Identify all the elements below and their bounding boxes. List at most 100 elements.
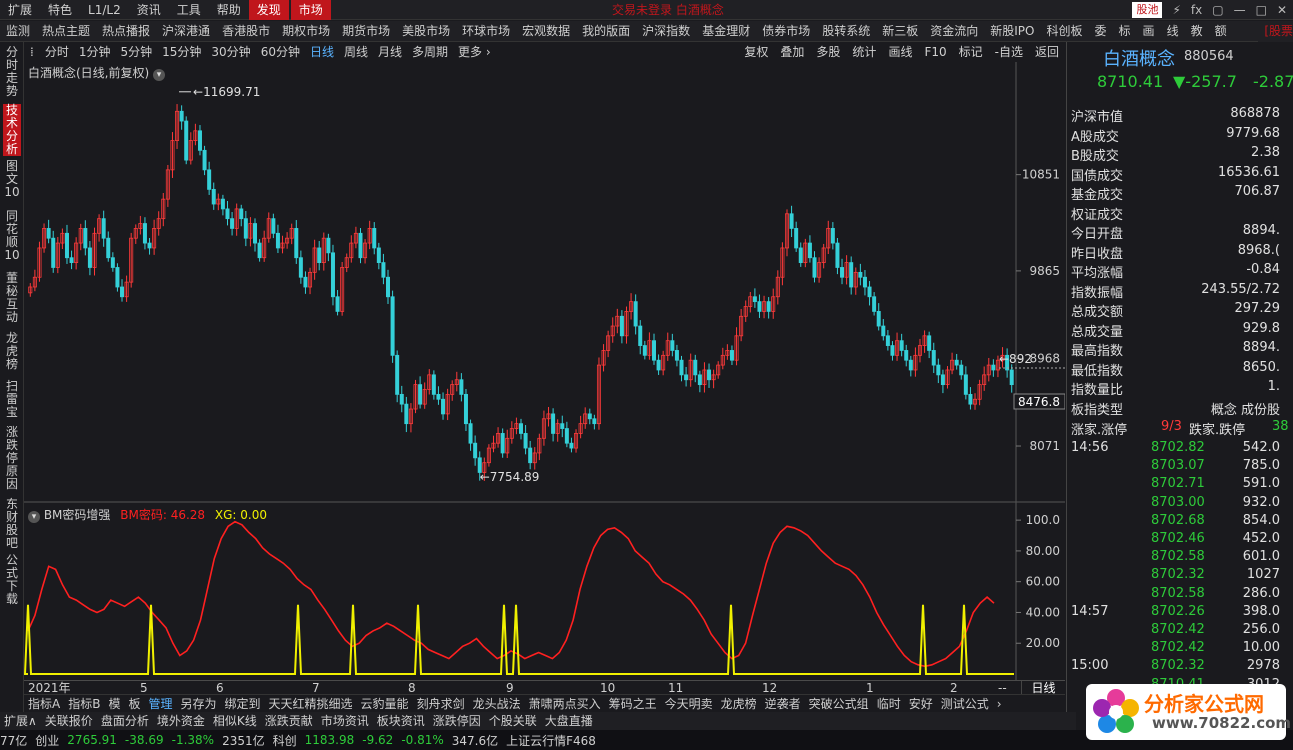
top-menu-item-4[interactable]: 工具 (169, 0, 209, 20)
period-8[interactable]: 月线 (373, 42, 407, 62)
nav-item-18[interactable]: 科创板 (1041, 21, 1089, 42)
left-tab-1[interactable]: 技术分析 (3, 104, 21, 156)
top-menu-item-5[interactable]: 帮助 (209, 0, 249, 20)
chevron-down-icon[interactable]: ▾ (153, 69, 166, 81)
nav-item-1[interactable]: 热点主题 (36, 21, 96, 42)
indicator-tab-18[interactable]: 安好 (905, 695, 937, 713)
toolbar-button-1[interactable]: 叠加 (774, 42, 810, 62)
day-period-label[interactable]: 日线 (1021, 681, 1065, 695)
nav-item-3[interactable]: 沪深港通 (156, 21, 216, 42)
toolbar-button-3[interactable]: 统计 (846, 42, 882, 62)
period-6[interactable]: 日线 (305, 42, 339, 62)
ext-tab-10[interactable]: 大盘直播 (541, 712, 597, 730)
left-tab-4[interactable]: 董秘互动 (3, 272, 21, 328)
nav-item-0[interactable]: 监测 (0, 21, 36, 42)
toolbar-button-7[interactable]: -自选 (989, 42, 1029, 62)
left-tab-8[interactable]: 东财股吧 (3, 498, 21, 550)
top-menu-item-0[interactable]: 扩展 (0, 0, 40, 20)
period-5[interactable]: 60分钟 (256, 42, 305, 62)
window-control-icon-3[interactable]: — (1234, 3, 1246, 17)
toolbar-button-8[interactable]: 返回 (1029, 42, 1065, 62)
indicator-tab-8[interactable]: 云豹量能 (357, 695, 413, 713)
indicator-tab-6[interactable]: 绑定到 (221, 695, 265, 713)
top-menu-item-1[interactable]: 特色 (40, 0, 80, 20)
indicator-tab-19[interactable]: 测试公式 (937, 695, 993, 713)
ext-tab-1[interactable]: 关联报价 (41, 712, 97, 730)
indicator-chevron-icon[interactable]: ▾ (28, 511, 40, 523)
top-menu-item-3[interactable]: 资讯 (129, 0, 169, 20)
index-name[interactable]: 白酒概念 (1103, 45, 1175, 71)
nav-item-9[interactable]: 宏观数据 (516, 21, 576, 42)
nav-item-23[interactable]: 教 (1185, 21, 1209, 42)
left-tab-9[interactable]: 公式下载 (3, 554, 21, 606)
indicator-tab-16[interactable]: 突破公式组 (805, 695, 873, 713)
top-menu-item-2[interactable]: L1/L2 (80, 0, 129, 20)
indicator-tab-10[interactable]: 龙头战法 (469, 695, 525, 713)
ext-tab-5[interactable]: 涨跌贡献 (261, 712, 317, 730)
ext-tab-6[interactable]: 市场资讯 (317, 712, 373, 730)
period-1[interactable]: 1分钟 (74, 42, 116, 62)
indicator-tab-0[interactable]: 指标A (24, 695, 64, 713)
window-control-icon-4[interactable]: □ (1256, 3, 1267, 17)
toolbar-button-2[interactable]: 多股 (810, 42, 846, 62)
nav-item-6[interactable]: 期货市场 (336, 21, 396, 42)
nav-item-11[interactable]: 沪深指数 (636, 21, 696, 42)
nav-item-5[interactable]: 期权市场 (276, 21, 336, 42)
nav-item-2[interactable]: 热点播报 (96, 21, 156, 42)
ext-tab-7[interactable]: 板块资讯 (373, 712, 429, 730)
nav-item-17[interactable]: 新股IPO (984, 21, 1040, 42)
period-4[interactable]: 30分钟 (206, 42, 255, 62)
nav-item-21[interactable]: 画 (1137, 21, 1161, 42)
indicator-tab-9[interactable]: 刻舟求剑 (413, 695, 469, 713)
ext-tab-0[interactable]: 扩展∧ (0, 712, 41, 730)
indicator-tab-13[interactable]: 今天明卖 (661, 695, 717, 713)
ext-tab-4[interactable]: 相似K线 (209, 712, 261, 730)
ext-tab-2[interactable]: 盘面分析 (97, 712, 153, 730)
toolbar-button-0[interactable]: 复权 (738, 42, 774, 62)
indicator-tab-20[interactable]: › (993, 695, 1006, 713)
left-tab-2[interactable]: 图文10 (3, 160, 21, 200)
ext-tab-8[interactable]: 涨跌停因 (429, 712, 485, 730)
nav-item-12[interactable]: 基金理财 (696, 21, 756, 42)
left-tab-3[interactable]: 同花顺10 (3, 210, 21, 262)
nav-item-13[interactable]: 债券市场 (756, 21, 816, 42)
nav-item-20[interactable]: 标 (1113, 21, 1137, 42)
window-control-icon-2[interactable]: ▢ (1212, 3, 1223, 17)
nav-item-19[interactable]: 委 (1089, 21, 1113, 42)
kline-chart[interactable]: 10851 9865 8968 8071 ←11699.71 ←7754.89 8476.8… (24, 62, 1065, 680)
window-control-icon-0[interactable]: ⚡ (1172, 3, 1180, 17)
period-7[interactable]: 周线 (339, 42, 373, 62)
stock-pool-button[interactable]: 股池 (1132, 2, 1163, 18)
indicator-tab-2[interactable]: 模 (104, 695, 124, 713)
window-control-icon-5[interactable]: ✕ (1277, 3, 1287, 17)
toolbar-button-5[interactable]: F10 (918, 42, 952, 62)
period-9[interactable]: 多周期 (407, 42, 453, 62)
ext-tab-9[interactable]: 个股关联 (485, 712, 541, 730)
toolbar-button-4[interactable]: 画线 (882, 42, 918, 62)
left-tab-6[interactable]: 扫雷宝 (3, 380, 21, 420)
indicator-tab-1[interactable]: 指标B (64, 695, 104, 713)
nav-right-item[interactable]: [股票 (1258, 20, 1293, 42)
indicator-tab-17[interactable]: 临时 (873, 695, 905, 713)
period-3[interactable]: 15分钟 (157, 42, 206, 62)
left-tab-7[interactable]: 涨跌停原因 (3, 426, 21, 492)
indicator-tab-11[interactable]: 萧啸两点买入 (525, 695, 605, 713)
period-10[interactable]: 更多 › (453, 42, 496, 62)
indicator-tab-4[interactable]: 管理 (144, 695, 176, 713)
nav-item-4[interactable]: 香港股市 (216, 21, 276, 42)
indicator-tab-3[interactable]: 板 (124, 695, 144, 713)
nav-item-15[interactable]: 新三板 (876, 21, 924, 42)
indicator-tab-15[interactable]: 逆袭者 (761, 695, 805, 713)
indicator-tab-12[interactable]: 筹码之王 (605, 695, 661, 713)
left-tab-0[interactable]: 分时走势 (3, 46, 21, 98)
nav-item-16[interactable]: 资金流向 (924, 21, 984, 42)
top-active-item-0[interactable]: 发现 (248, 0, 289, 20)
indicator-tab-14[interactable]: 龙虎榜 (717, 695, 761, 713)
nav-item-10[interactable]: 我的版面 (576, 21, 636, 42)
indicator-tab-7[interactable]: 天天红精挑细选 (265, 695, 357, 713)
nav-item-7[interactable]: 美股市场 (396, 21, 456, 42)
indicator-tab-5[interactable]: 另存为 (177, 695, 221, 713)
left-tab-5[interactable]: 龙虎榜 (3, 332, 21, 372)
top-active-item-1[interactable]: 市场 (290, 0, 331, 20)
nav-item-24[interactable]: 额 (1209, 21, 1233, 42)
